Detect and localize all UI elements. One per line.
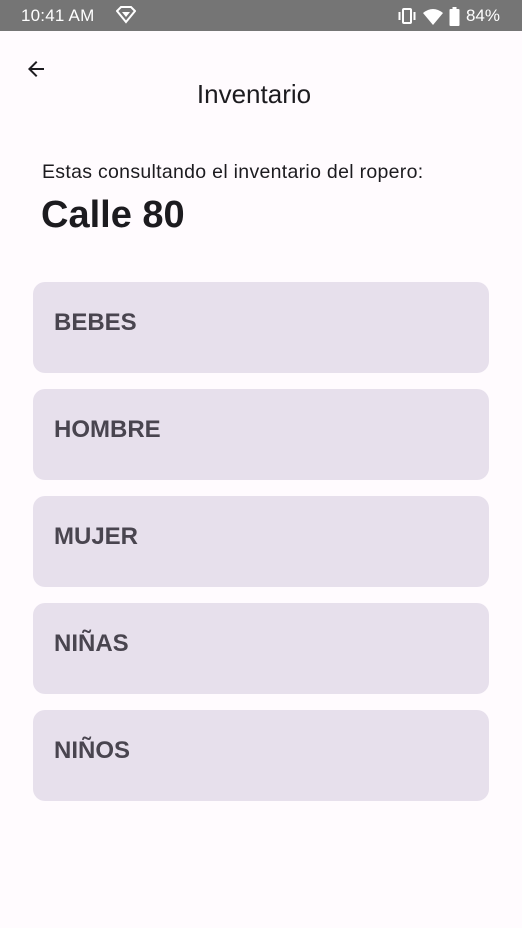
- wifi-icon: [422, 8, 443, 25]
- category-list: BEBES HOMBRE MUJER NIÑAS NIÑOS: [33, 282, 489, 817]
- wardrobe-name: Calle 80: [41, 194, 185, 236]
- app-bar: Inventario: [0, 31, 522, 131]
- category-label: MUJER: [54, 523, 139, 550]
- category-card-mujer[interactable]: MUJER: [33, 496, 489, 587]
- category-label: NIÑOS: [54, 737, 131, 764]
- category-card-bebes[interactable]: BEBES: [33, 282, 489, 373]
- intro-text: Estas consultando el inventario del rope…: [42, 161, 424, 183]
- category-card-ninos[interactable]: NIÑOS: [33, 710, 489, 801]
- status-bar: 10:41 AM 84%: [0, 0, 522, 31]
- category-card-hombre[interactable]: HOMBRE: [33, 389, 489, 480]
- status-time: 10:41 AM: [21, 6, 95, 25]
- status-icons: 84%: [397, 4, 500, 28]
- category-label: HOMBRE: [54, 416, 161, 443]
- notification-icon: [115, 6, 137, 24]
- vibrate-icon: [397, 7, 417, 25]
- page-title: Inventario: [196, 79, 312, 109]
- battery-icon: [449, 6, 460, 26]
- category-card-ninas[interactable]: NIÑAS: [33, 603, 489, 694]
- category-label: BEBES: [54, 309, 137, 336]
- category-label: NIÑAS: [54, 630, 129, 657]
- battery-percent: 84%: [465, 6, 500, 25]
